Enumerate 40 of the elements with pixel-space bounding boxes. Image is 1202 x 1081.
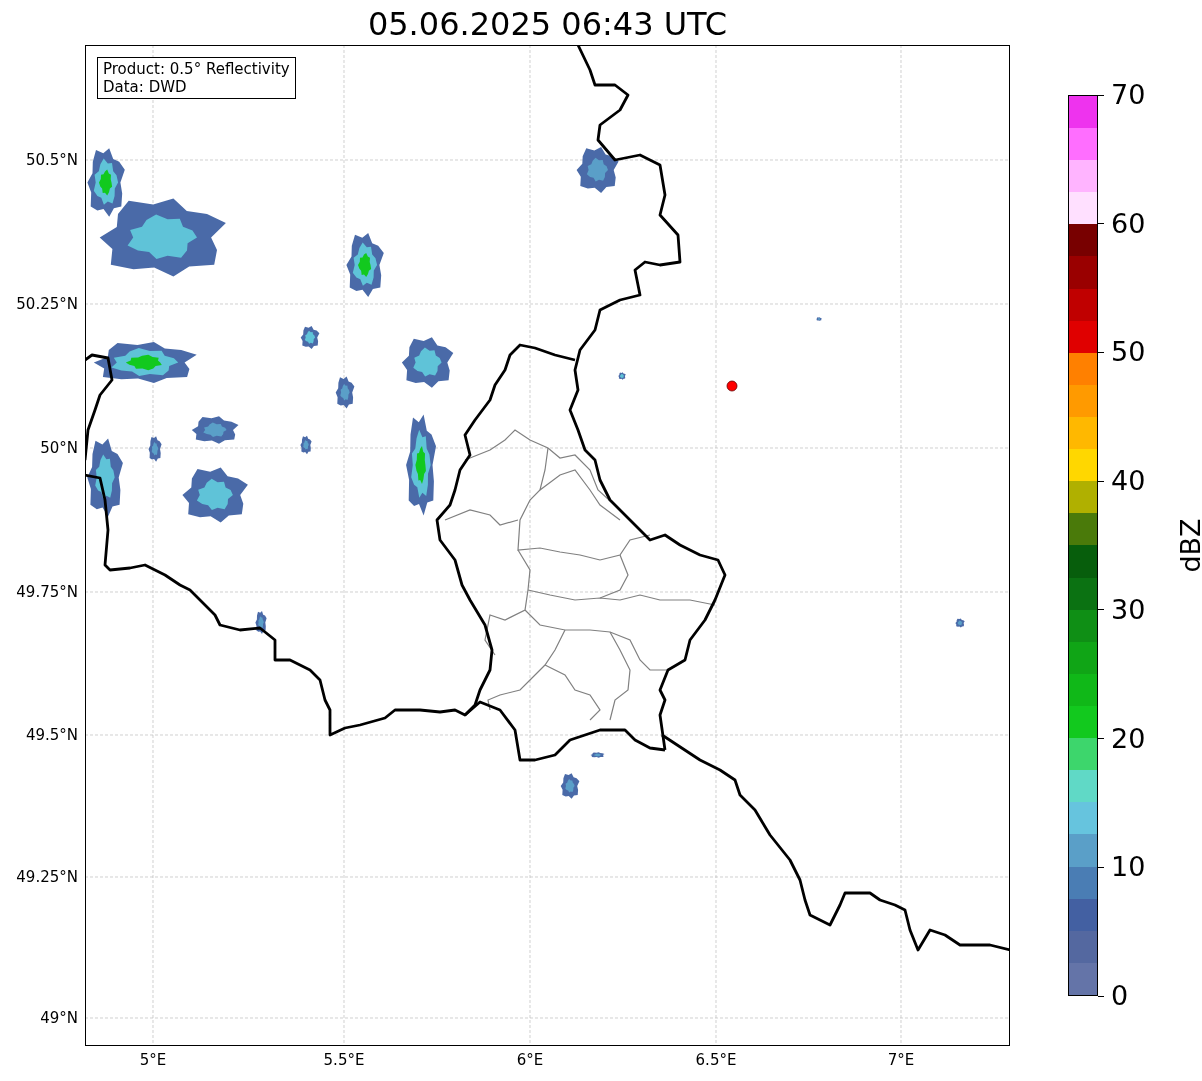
scale-label: 10 (1111, 852, 1146, 883)
radar-echo (401, 337, 454, 388)
longitude-label: 6.5°E (695, 1051, 737, 1069)
latitude-label: 49°N (40, 1009, 78, 1027)
scale-label: 30 (1111, 594, 1146, 625)
latitude-label: 49.25°N (16, 868, 78, 886)
scale-label: 60 (1111, 208, 1146, 239)
location-marker (726, 380, 738, 392)
longitude-label: 6°E (516, 1051, 544, 1069)
radar-echo (335, 376, 355, 409)
latitude-label: 49.5°N (25, 726, 78, 744)
scale-label: 40 (1111, 466, 1146, 497)
scale-label: 20 (1111, 723, 1146, 754)
latitude-label: 50.5°N (25, 151, 78, 169)
scale-label: 50 (1111, 337, 1146, 368)
scale-label: 0 (1111, 981, 1129, 1011)
radar-echo (955, 618, 965, 628)
longitude-label: 5°E (139, 1051, 167, 1069)
scale-label: 70 (1111, 80, 1146, 110)
radar-echo (576, 147, 619, 193)
info-text: Data: DWD (103, 78, 188, 96)
radar-echo (816, 317, 822, 321)
radar-echo (618, 372, 626, 380)
scale-title: dBZ (1174, 518, 1202, 573)
latitude-label: 49.75°N (16, 583, 78, 601)
longitude-label: 5.5°E (323, 1051, 365, 1069)
info-text: Product: 0.5° Reflectivity (103, 60, 290, 78)
radar-echo (191, 416, 239, 444)
radar-echo (346, 232, 384, 298)
latitude-label: 50°N (40, 439, 78, 457)
radar-echo (560, 773, 580, 799)
chart-title: 05.06.2025 06:43 UTC (366, 4, 729, 44)
radar-echo (590, 752, 605, 758)
radar-echo (300, 435, 312, 455)
longitude-label: 7°E (887, 1051, 915, 1069)
radar-echo (182, 467, 248, 523)
radar-echo (255, 611, 267, 634)
radar-echo (148, 436, 162, 462)
latitude-label: 50.25°N (16, 295, 78, 313)
radar-echo (300, 326, 320, 349)
